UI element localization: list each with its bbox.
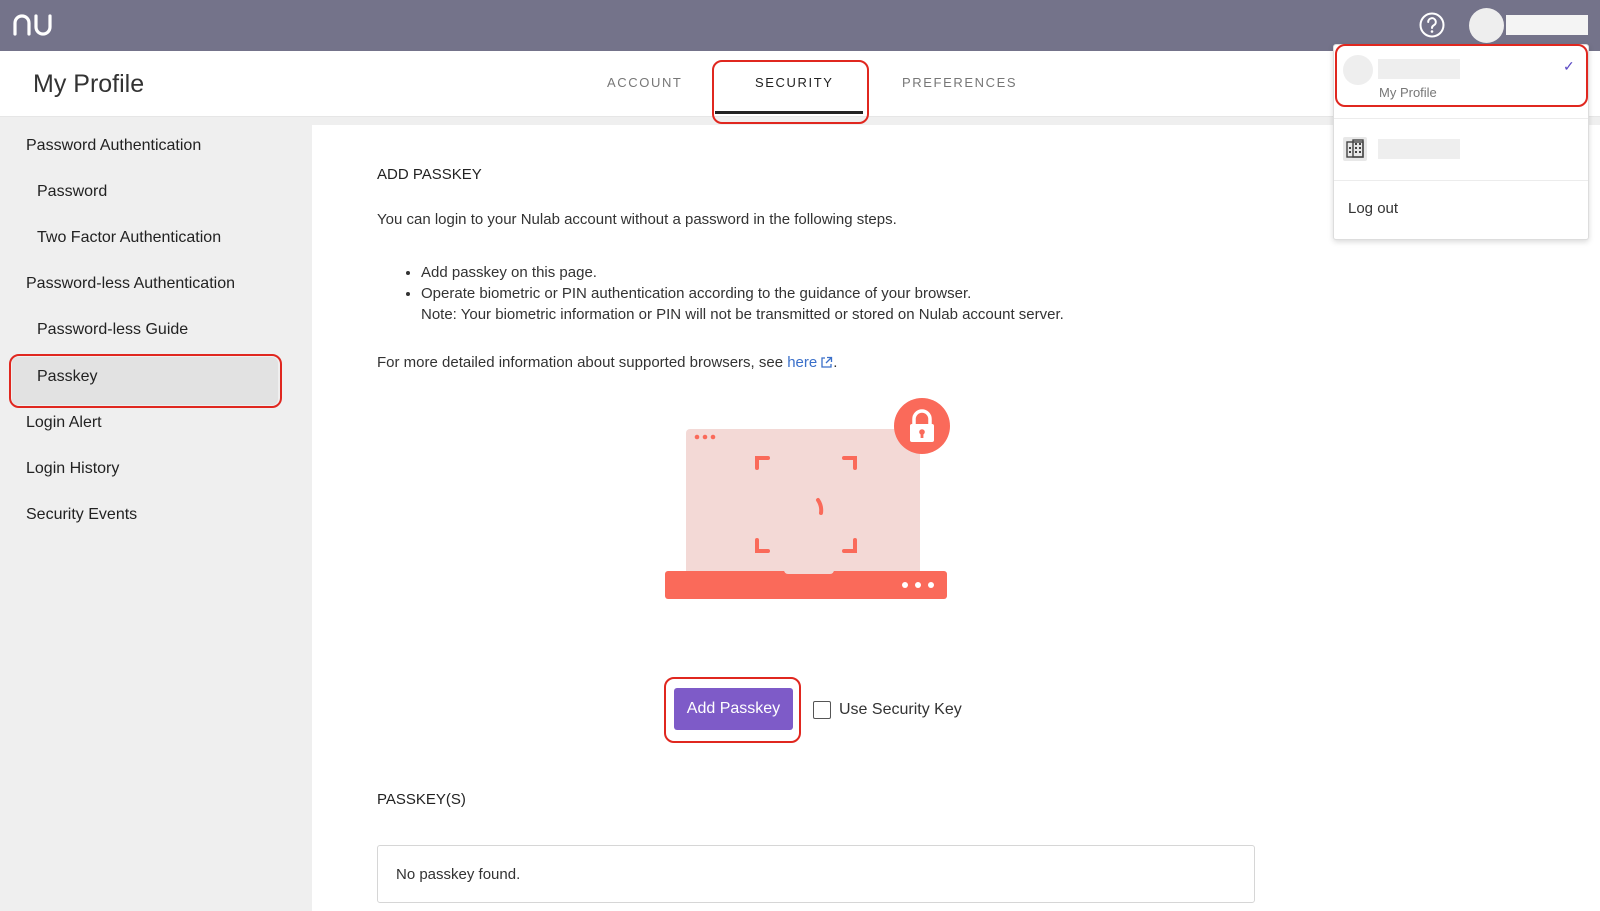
sidebar-item-password[interactable]: Password [37,183,107,201]
supported-browsers-link[interactable]: here [787,354,817,371]
sidebar-item-two-factor-authentication[interactable]: Two Factor Authentication [37,229,221,247]
use-security-key-label[interactable]: Use Security Key [839,701,962,719]
use-security-key-checkbox[interactable] [813,701,831,719]
step-note: Note: Your biometric information or PIN … [421,306,1064,323]
passkey-laptop-illustration [665,398,950,599]
sidebar-item-login-history[interactable]: Login History [26,460,119,478]
tab-preferences[interactable]: PREFERENCES [902,75,1017,90]
empty-state-message: No passkey found. [396,866,521,883]
sidebar: Password Authentication Password Two Fac… [0,117,310,911]
dropdown-my-profile-label[interactable]: My Profile [1379,85,1437,100]
help-circle-icon[interactable] [1418,11,1446,39]
more-info-text: For more detailed information about supp… [377,354,837,371]
user-avatar[interactable] [1469,8,1504,43]
external-link-icon[interactable] [820,356,833,369]
dropdown-user-name-redacted[interactable] [1378,59,1460,79]
sidebar-item-security-events[interactable]: Security Events [26,506,137,524]
step-item: Operate biometric or PIN authentication … [421,283,1064,304]
nulab-logo[interactable] [12,12,54,38]
more-info-suffix: . [833,354,838,371]
step-item: Add passkey on this page. [421,262,1064,283]
dropdown-avatar [1343,55,1373,85]
passkey-list: No passkey found. [377,845,1255,903]
sidebar-item-password-less-authentication[interactable]: Password-less Authentication [26,275,235,293]
active-tab-indicator [715,111,863,114]
sidebar-item-passkey[interactable]: Passkey [37,368,97,386]
user-name-redacted[interactable] [1506,15,1588,35]
section-heading-passkeys: PASSKEY(S) [377,791,466,808]
account-dropdown-menu: My Profile ✓ Log out [1333,44,1589,240]
divider [1334,180,1588,181]
add-passkey-button[interactable]: Add Passkey [674,688,793,730]
sidebar-item-password-less-guide[interactable]: Password-less Guide [37,321,188,339]
divider [1334,118,1588,119]
check-icon: ✓ [1563,58,1575,74]
sidebar-item-password-authentication[interactable]: Password Authentication [26,137,201,155]
more-info-prefix: For more detailed information about supp… [377,354,788,371]
page-title: My Profile [33,70,145,98]
main-content: ADD PASSKEY You can login to your Nulab … [312,125,1600,911]
logout-menu-item[interactable]: Log out [1348,200,1398,217]
sidebar-item-login-alert[interactable]: Login Alert [26,414,102,432]
intro-text: You can login to your Nulab account with… [377,211,897,228]
dropdown-organization-name-redacted[interactable] [1378,139,1460,159]
section-heading-add-passkey: ADD PASSKEY [377,166,482,183]
building-icon [1343,137,1367,161]
steps-list: Add passkey on this page. Operate biomet… [421,262,1064,325]
tab-security[interactable]: SECURITY [755,75,834,90]
tab-account[interactable]: ACCOUNT [607,75,682,90]
